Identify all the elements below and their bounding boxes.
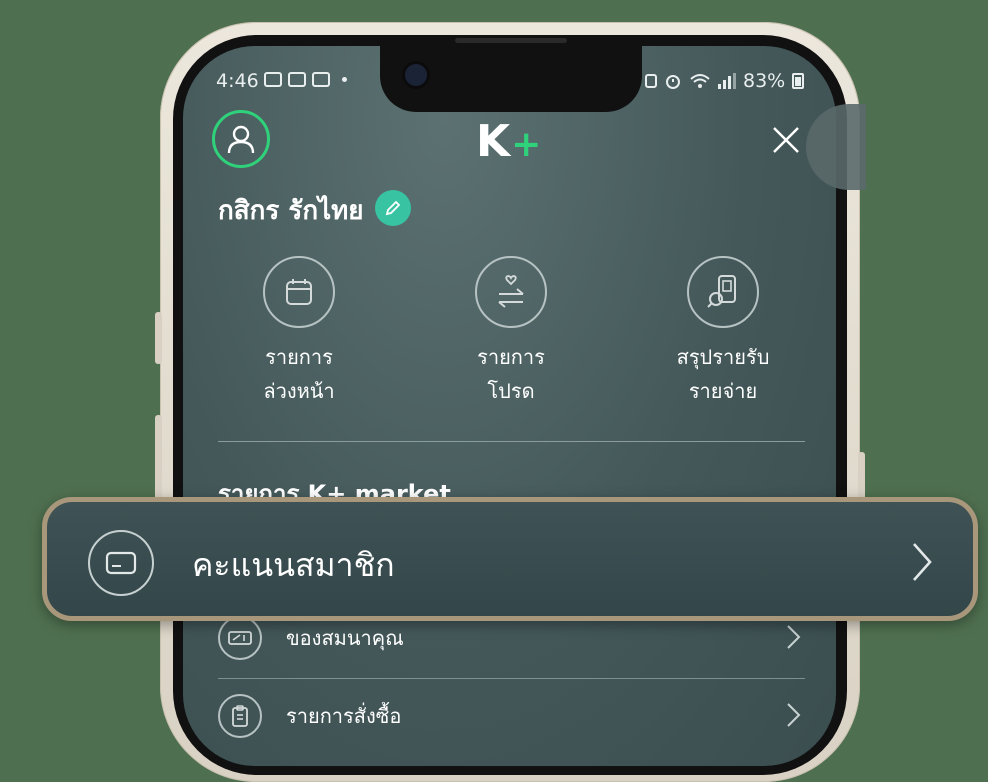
membership-card-icon [88, 530, 154, 596]
shortcut-label: โปรด [487, 379, 535, 403]
close-icon[interactable] [770, 124, 802, 156]
shortcut-scheduled-transactions[interactable]: รายการ ล่วงหน้า [224, 256, 374, 408]
menu-item-label: รายการสั่งซื้อ [286, 704, 402, 728]
status-system-icons: 83% [645, 70, 805, 92]
alarm-icon [666, 75, 680, 89]
front-camera [405, 64, 427, 86]
logo-k: K [476, 116, 511, 167]
shortcut-income-expense-summary[interactable]: สรุปรายรับ รายจ่าย [648, 256, 798, 408]
clipboard-icon [218, 694, 262, 738]
chevron-right-icon [787, 703, 801, 727]
chevron-right-icon [787, 625, 801, 649]
signal-icon [718, 73, 736, 89]
gift-card-icon [218, 616, 262, 660]
profile-avatar-button[interactable] [212, 110, 270, 168]
lock-status-icon [645, 74, 657, 88]
highlighted-menu-item-member-points[interactable] [42, 497, 978, 621]
profile-name: กสิกร รักไทย [218, 196, 364, 226]
shortcut-favorite-transactions[interactable]: รายการ โปรด [436, 256, 586, 408]
chevron-right-icon[interactable] [908, 540, 936, 584]
status-time: 4:46 [216, 70, 259, 92]
menu-item-orders[interactable]: รายการสั่งซื้อ [218, 686, 805, 752]
phone-volume-button [155, 312, 162, 364]
edit-profile-button[interactable] [375, 190, 411, 226]
shortcut-label: รายการ [477, 345, 545, 369]
menu-item-label: ของสมนาคุณ [286, 626, 404, 650]
section-divider [218, 441, 805, 442]
wifi-icon [690, 74, 710, 88]
phone-search-icon [687, 256, 759, 328]
status-notification-icons [264, 72, 347, 87]
more-notifications-icon [342, 77, 347, 82]
highlighted-item-label: คะแนนสมาชิก [192, 546, 395, 584]
shortcut-label: รายจ่าย [688, 379, 758, 403]
mail-notification-icon [312, 72, 330, 87]
pencil-icon [385, 200, 401, 216]
earpiece-speaker [455, 38, 567, 43]
shortcut-label: ล่วงหน้า [263, 379, 335, 403]
user-icon [227, 125, 255, 154]
phone-side-button [155, 415, 162, 500]
logo-plus: + [511, 124, 542, 165]
row-divider [218, 678, 805, 679]
gallery-notification-icon [264, 72, 282, 87]
calendar-icon [263, 256, 335, 328]
kplus-logo: K + [476, 116, 542, 167]
battery-percent: 83% [743, 70, 786, 92]
message-notification-icon [288, 72, 306, 87]
favorite-transfer-icon [475, 256, 547, 328]
battery-icon [792, 73, 805, 89]
shortcut-label: สรุปรายรับ [676, 345, 770, 369]
shortcut-label: รายการ [265, 345, 333, 369]
